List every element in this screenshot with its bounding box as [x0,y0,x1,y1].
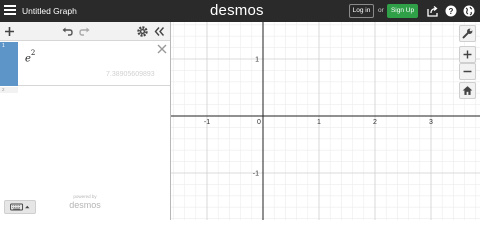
expression-input[interactable]: e2 [25,49,36,64]
expression-tab[interactable]: 2 [0,87,18,93]
expression-exponent: 2 [30,49,36,57]
redo-icon[interactable] [78,25,91,38]
graph-canvas[interactable]: -1 0 1 2 3 1 -1 [171,22,480,220]
language-icon[interactable] [463,5,475,17]
add-icon[interactable] [3,25,16,38]
y-tick-label: 1 [255,57,259,64]
graph-title[interactable]: Untitled Graph [22,4,77,18]
origin-label: 0 [257,119,261,126]
wrench-icon[interactable] [459,25,476,42]
powered-by-desmos: powered by desmos [60,194,110,210]
x-tick-label: -1 [204,119,210,126]
expression-number: 2 [2,87,5,92]
desmos-logo: desmos [210,2,264,19]
settings-icon[interactable] [136,25,149,38]
expression-row-1[interactable]: 1 e2 7.38905609893 [0,42,170,86]
delete-expression-icon[interactable] [157,44,167,54]
x-tick-label: 2 [373,119,377,126]
evaluation-hint: 7.38905609893 [106,71,155,78]
y-tick-label: -1 [253,171,259,178]
powered-by-brand: desmos [69,200,101,210]
svg-text:?: ? [449,7,454,16]
expression-panel: 1 e2 7.38905609893 2 powered by desmos [0,22,171,220]
x-tick-label: 1 [317,119,321,126]
expression-row-2[interactable]: 2 [0,87,170,93]
or-label: or [378,7,384,14]
x-tick-label: 3 [429,119,433,126]
share-icon[interactable] [427,5,439,17]
home-icon[interactable] [459,82,476,99]
signup-button[interactable]: Sign Up [387,4,418,18]
graph-grid: -1 0 1 2 3 1 -1 [171,22,480,220]
expression-toolbar [0,22,170,41]
help-icon[interactable]: ? [445,5,457,17]
undo-icon[interactable] [61,25,74,38]
expression-number: 1 [2,43,5,49]
zoom-out-icon[interactable] [459,63,476,80]
expression-tab[interactable]: 1 [0,42,18,86]
collapse-icon[interactable] [153,25,166,38]
login-button[interactable]: Log in [349,4,374,18]
menu-icon[interactable] [4,5,16,17]
zoom-in-icon[interactable] [459,46,476,63]
top-bar: Untitled Graph desmos Log in or Sign Up … [0,0,480,22]
keyboard-toggle-button[interactable] [4,200,36,214]
